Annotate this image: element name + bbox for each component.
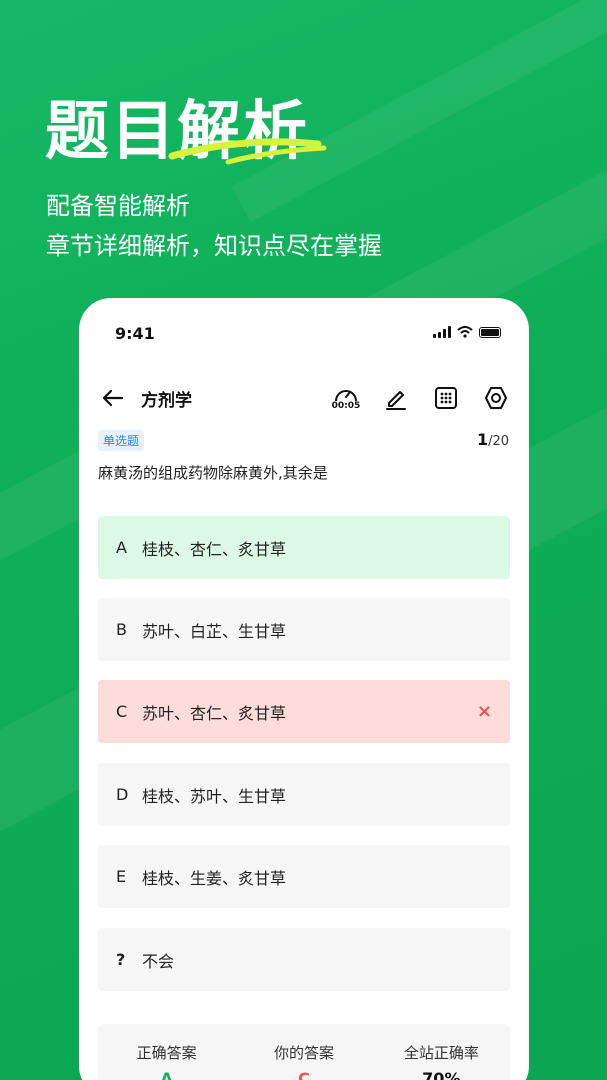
option-b[interactable]: B 苏叶、白芷、生甘草 — [98, 598, 510, 661]
toolbar: 00:05 — [331, 381, 511, 415]
answer-summary: 正确答案 A 你的答案 C 全站正确率 70% — [98, 1024, 510, 1080]
wifi-icon — [457, 326, 473, 338]
your-answer-label: 你的答案 — [273, 1044, 334, 1062]
site-accuracy-column: 全站正确率 70% — [373, 1042, 510, 1080]
option-dont-know[interactable]: ? 不会 — [98, 928, 510, 991]
option-text: 苏叶、白芷、生甘草 — [142, 621, 287, 641]
correct-answer-label: 正确答案 — [136, 1044, 197, 1062]
question-total: /20 — [488, 434, 509, 449]
settings-hexagon-icon — [485, 387, 507, 409]
answer-sheet-button[interactable] — [431, 381, 461, 415]
option-letter: ? — [116, 950, 126, 969]
status-time: 9:41 — [115, 324, 155, 343]
option-text: 桂枝、苏叶、生甘草 — [142, 786, 287, 806]
correct-answer-column: 正确答案 A — [98, 1042, 235, 1080]
grid-icon — [435, 387, 457, 409]
option-a[interactable]: A 桂枝、杏仁、炙甘草 — [98, 516, 510, 579]
question-type-badge: 单选题 — [98, 430, 145, 451]
settings-button[interactable] — [481, 381, 511, 415]
correct-answer-value: A — [160, 1069, 173, 1080]
option-text: 桂枝、杏仁、炙甘草 — [142, 539, 287, 559]
your-answer-value: C — [298, 1069, 310, 1080]
page-title: 方剂学 — [141, 390, 192, 411]
pencil-icon — [386, 391, 406, 410]
navbar: 方剂学 00:05 — [99, 380, 511, 416]
option-letter: C — [116, 702, 128, 721]
timer-text: 00:05 — [331, 401, 361, 411]
option-text: 苏叶、杏仁、炙甘草 — [142, 703, 287, 723]
option-e[interactable]: E 桂枝、生姜、炙甘草 — [98, 845, 510, 908]
hero-subtitle-1: 配备智能解析 — [46, 192, 190, 220]
wrong-mark-icon: × — [476, 701, 492, 722]
question-current: 1 — [476, 430, 489, 449]
option-letter: B — [116, 620, 127, 639]
battery-icon — [479, 326, 501, 338]
option-text: 不会 — [142, 951, 175, 971]
site-accuracy-value: 70% — [422, 1069, 461, 1080]
back-arrow-icon[interactable] — [99, 384, 127, 412]
hero-subtitle-2: 章节详细解析，知识点尽在掌握 — [46, 232, 382, 260]
signal-icon — [433, 326, 451, 338]
status-icons — [433, 326, 501, 338]
question-counter: 1/20 — [477, 430, 509, 449]
phone-mockup: 9:41 方剂学 00:05 单选题 1/20 麻黄汤的组成药物除麻黄外,其余是… — [79, 298, 529, 1080]
your-answer-column: 你的答案 C — [235, 1042, 372, 1080]
option-text: 桂枝、生姜、炙甘草 — [142, 868, 287, 888]
question-text: 麻黄汤的组成药物除麻黄外,其余是 — [98, 464, 328, 482]
option-d[interactable]: D 桂枝、苏叶、生甘草 — [98, 763, 510, 826]
option-letter: A — [116, 538, 127, 557]
underline-swoosh — [168, 138, 327, 165]
option-letter: E — [116, 867, 127, 886]
option-c[interactable]: C 苏叶、杏仁、炙甘草 × — [98, 680, 510, 743]
timer-button[interactable]: 00:05 — [331, 381, 361, 415]
note-button[interactable] — [381, 381, 411, 415]
option-letter: D — [116, 785, 129, 804]
site-accuracy-label: 全站正确率 — [403, 1044, 479, 1062]
